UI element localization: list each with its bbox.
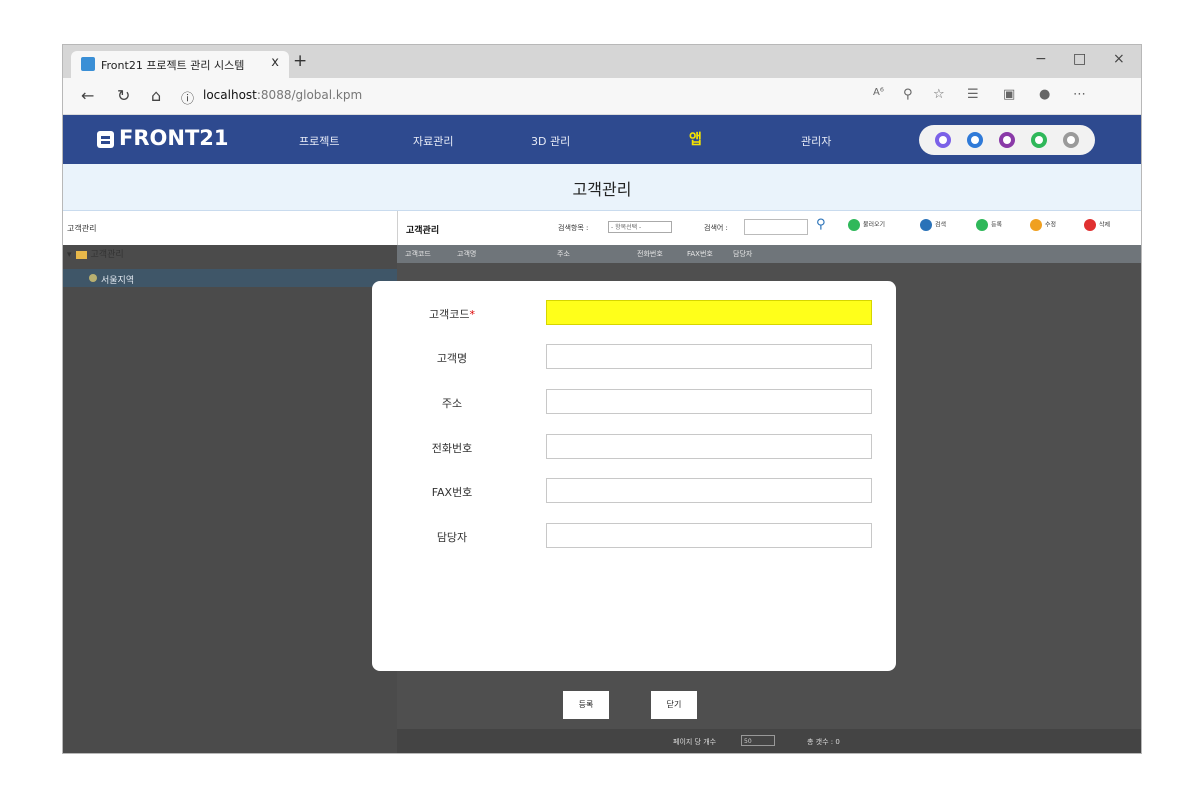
tab-close-button[interactable]: x [271,55,279,70]
user-icon[interactable] [967,132,983,148]
favorite-icon[interactable]: ☆ [933,87,945,102]
logo[interactable]: FRONT21 [119,126,229,150]
message-icon[interactable] [935,132,951,148]
grid-column-header: 고객코드 고객명 주소 전화번호 FAX번호 담당자 [397,245,1141,263]
menu-app[interactable]: 앱 [689,129,702,149]
column-customer-code[interactable]: 고객코드 [405,249,431,259]
grid-title: 고객관리 [406,226,440,236]
logo-icon [97,131,114,148]
column-manager[interactable]: 담당자 [733,249,752,259]
save-button[interactable]: 등록 [563,691,609,719]
address-bar-row: ← ↻ ⌂ ⓘ localhost:8088/global.kpm A⁶ ⚲ ☆… [63,78,1141,115]
app-header: FRONT21 프로젝트 자료관리 3D 관리 앱 관리자 [63,115,1141,164]
page-size-label: 페이지 당 개수 [673,738,717,746]
refresh-button[interactable]: 불러오기 [848,219,885,231]
search-field-label: 검색항목 : [558,224,589,232]
zoom-icon[interactable]: ⚲ [903,87,913,102]
favicon-icon [81,57,95,71]
tree-item-seoul[interactable]: 서울지역 [63,269,397,287]
back-icon[interactable]: ← [81,86,94,105]
download-icon[interactable] [1031,132,1047,148]
read-aloud-icon[interactable]: A⁶ [873,87,884,98]
browser-tab[interactable]: Front21 프로젝트 관리 시스템 x [71,51,289,78]
edit-icon [1030,219,1042,231]
page-size-select[interactable]: 50 [741,735,775,746]
menu-admin[interactable]: 관리자 [801,133,831,149]
field-label-customer-code: 고객코드* [382,306,522,322]
tree-root-label: 고객관리 [90,250,124,260]
url-path: :8088/global.kpm [256,88,363,102]
tree-item-label: 서울지역 [101,276,135,286]
maximize-button[interactable]: □ [1073,51,1086,67]
column-phone[interactable]: 전화번호 [637,249,663,259]
left-panel-title: 고객관리 [67,224,97,233]
favorites-list-icon[interactable]: ☰ [967,87,979,102]
fax-input[interactable] [546,478,872,503]
home-icon[interactable]: ⌂ [151,86,161,105]
column-fax[interactable]: FAX번호 [687,249,713,259]
logout-icon[interactable] [1063,132,1079,148]
new-tab-button[interactable]: + [293,51,307,71]
user-toolbar [919,125,1095,155]
tree-root[interactable]: ▾ 고객관리 [67,247,124,260]
search-button[interactable]: 검색 [920,219,946,231]
folder-icon [75,250,87,259]
delete-button[interactable]: 삭제 [1084,219,1110,231]
customer-code-input[interactable] [546,300,872,325]
delete-label: 삭제 [1099,221,1111,229]
field-label-fax: FAX번호 [431,486,473,499]
register-label: 등록 [991,221,1003,229]
left-panel: 고객관리 ▾ 고객관리 서울지역 [63,211,397,753]
group-icon[interactable] [999,132,1015,148]
url-field[interactable]: localhost:8088/global.kpm [203,88,362,102]
search-term-label: 검색어 : [704,224,728,232]
url-host: localhost [203,88,257,102]
left-panel-header: 고객관리 [63,211,397,245]
menu-project[interactable]: 프로젝트 [299,133,339,149]
search-input[interactable] [744,219,808,235]
grid-toolbar: 고객관리 검색항목 : - 항목선택 - 검색어 : ⚲ 불러오기 검색 등록 … [397,211,1141,245]
customer-name-input[interactable] [546,344,872,369]
delete-icon [1084,219,1096,231]
plus-icon [976,219,988,231]
tab-strip: Front21 프로젝트 관리 시스템 x + − □ × [63,45,1141,78]
search-icon[interactable]: ⚲ [816,217,826,232]
address-input[interactable] [546,389,872,414]
profile-icon[interactable]: ● [1039,87,1050,102]
field-label-phone: 전화번호 [431,442,473,455]
more-icon[interactable]: ⋯ [1073,87,1086,102]
magnifier-icon [920,219,932,231]
search-label: 검색 [935,221,947,229]
field-label-customer-name: 고객명 [436,352,468,365]
refresh-label: 불러오기 [863,221,886,229]
site-info-icon[interactable]: ⓘ [181,88,194,107]
page-title-bar: 고객관리 [63,164,1141,211]
field-label-manager: 담당자 [436,531,468,544]
collections-icon[interactable]: ▣ [1003,87,1015,102]
tab-title: Front21 프로젝트 관리 시스템 [101,59,245,72]
page-title: 고객관리 [572,180,632,199]
customer-form-dialog: 고객코드* 고객명 주소 전화번호 FAX번호 담당자 [372,281,896,671]
edit-button[interactable]: 수정 [1030,219,1056,231]
leaf-icon [89,274,97,282]
required-mark: * [469,308,475,321]
close-window-button[interactable]: × [1113,51,1125,67]
field-label-address: 주소 [441,397,463,410]
manager-input[interactable] [546,523,872,548]
pager: 페이지 당 개수 50 총 갯수 : 0 [397,729,1141,753]
column-customer-name[interactable]: 고객명 [457,249,476,259]
total-count: 총 갯수 : 0 [807,738,840,746]
close-button[interactable]: 닫기 [651,691,697,719]
search-field-select[interactable]: - 항목선택 - [608,221,672,233]
edit-label: 수정 [1045,221,1057,229]
column-address[interactable]: 주소 [557,249,570,259]
customer-code-label-text: 고객코드 [429,308,470,321]
menu-data[interactable]: 자료관리 [413,133,453,149]
register-button[interactable]: 등록 [976,219,1002,231]
refresh-icon[interactable]: ↻ [117,86,130,105]
minimize-button[interactable]: − [1035,51,1047,67]
phone-input[interactable] [546,434,872,459]
refresh-circle-icon [848,219,860,231]
menu-3d[interactable]: 3D 관리 [531,133,570,149]
